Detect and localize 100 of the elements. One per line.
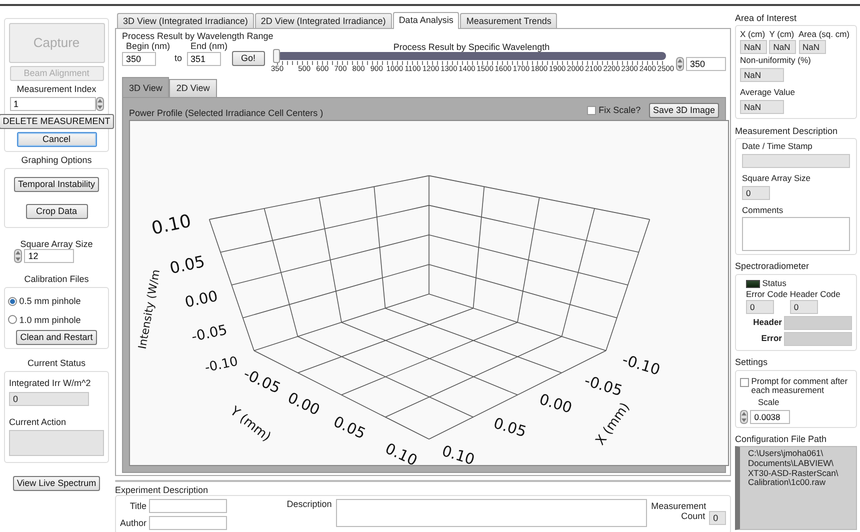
field-label: Non-uniformity (%): [740, 56, 812, 66]
section-label: Graphing Options: [21, 154, 92, 166]
graph-option-button[interactable]: Crop Data: [26, 204, 88, 219]
save-image-button[interactable]: Save 3D Image: [648, 102, 719, 118]
axis-title: Intensity (W/m: [136, 268, 163, 350]
section-label: Configuration File Path: [735, 434, 828, 444]
field-label: X (cm): [740, 30, 766, 40]
numeric-field[interactable]: 12: [24, 249, 74, 264]
checkbox-label: Fix Scale?: [598, 105, 641, 116]
tick-label: -0.10: [204, 354, 240, 376]
field-label: Author: [120, 518, 147, 528]
field-label: Header Code: [790, 290, 840, 300]
field-label: Status: [762, 278, 786, 288]
tab[interactable]: Measurement Trends: [460, 13, 558, 28]
section-label: Area of Interest: [735, 13, 798, 24]
begin-field[interactable]: 350: [122, 52, 156, 66]
value-display: 0: [9, 392, 89, 406]
spinner-icon[interactable]: [14, 249, 22, 264]
checkbox[interactable]: [587, 106, 596, 115]
title-field[interactable]: [148, 499, 227, 514]
author-field[interactable]: [148, 516, 227, 530]
tick-label: 0.05: [168, 251, 207, 278]
field-label: End (nm): [190, 41, 228, 52]
comments-field[interactable]: [742, 217, 850, 252]
field-label: Title: [130, 500, 147, 512]
tab[interactable]: 3D View (Integrated Irradiance): [117, 13, 254, 28]
live-spectrum-button[interactable]: View Live Spectrum: [12, 476, 100, 491]
field-label: Comments: [742, 206, 784, 216]
option-label: 1.0 mm pinhole: [19, 314, 81, 326]
checkbox[interactable]: [740, 378, 749, 386]
tick-label: -0.05: [190, 322, 229, 346]
tick-label: 0.00: [183, 286, 220, 311]
field-label: Measurement Count: [651, 502, 706, 522]
field-label: Description: [286, 499, 332, 510]
description-field[interactable]: [336, 499, 648, 528]
value-display: [784, 332, 852, 346]
tab[interactable]: Data Analysis: [392, 12, 460, 29]
section-label: Current Status: [27, 358, 86, 368]
cancel-button[interactable]: Cancel: [16, 132, 96, 147]
go-button[interactable]: Go!: [232, 50, 265, 66]
field-label: Square Array Size: [742, 174, 812, 184]
graph-option-button[interactable]: Temporal Instability: [14, 177, 100, 192]
field-label: Begin (nm): [125, 41, 170, 52]
radio-button[interactable]: [8, 315, 17, 324]
value-display: [784, 316, 852, 330]
tick-label: 0.10: [150, 210, 193, 240]
view-tab[interactable]: 2D View: [169, 79, 217, 97]
value-display: NaN: [769, 40, 796, 54]
field-label: Error Code: [746, 290, 788, 300]
value-display: 0: [742, 186, 770, 200]
field-label: Error: [760, 334, 782, 344]
field-label: Measurement Index: [16, 84, 96, 94]
section-label: Settings: [735, 357, 769, 368]
section-label: Experiment Description: [115, 484, 210, 496]
field-label: Average Value: [740, 88, 796, 98]
tick-label: -0.05: [240, 364, 284, 397]
scrollbar[interactable]: [115, 480, 731, 482]
slider-thumb[interactable]: [273, 49, 280, 64]
section-label: Calibration Files: [24, 274, 89, 284]
end-field[interactable]: 351: [186, 52, 221, 66]
field-label: Square Array Size: [20, 238, 93, 250]
option-label: 0.5 mm pinhole: [19, 296, 81, 307]
radio-button[interactable]: [8, 297, 17, 306]
path-display: C:\Users\jmoha061\Documents\LABVIEW\XT30-ASD-RasterScan\Calibration\1c00.raw: [735, 446, 857, 530]
numeric-field[interactable]: 0.0038: [750, 410, 790, 424]
checkbox-label: Prompt for comment after each measurement: [751, 376, 849, 396]
tick-label: 0.05: [492, 414, 528, 441]
value-display: 0: [790, 300, 818, 314]
value-display: NaN: [798, 40, 826, 54]
value-display: NaN: [740, 40, 767, 54]
count-display: 0: [709, 511, 726, 526]
field-label: Date / Time Stamp: [742, 142, 814, 152]
tick-label: 0.00: [537, 390, 574, 417]
spinner-icon[interactable]: [96, 97, 104, 112]
slider-label: Process Result by Specific Wavelength: [392, 42, 551, 52]
section-label: Spectroradiometer: [735, 261, 810, 272]
spinner-icon[interactable]: [740, 410, 748, 424]
field-label: Scale: [758, 398, 780, 408]
plot-title: Power Profile (Selected Irradiance Cell Centers ): [129, 108, 324, 119]
value-display: 0: [746, 300, 774, 314]
section-label: Measurement Description: [735, 126, 839, 136]
field-label: Y (cm): [769, 30, 796, 40]
field-label: Integrated Irr W/m^2: [9, 378, 92, 389]
view-tab[interactable]: 3D View: [122, 77, 170, 97]
field-label: Current Action: [9, 416, 68, 427]
tick-label: 0.10: [440, 441, 477, 466]
spinner-icon[interactable]: [676, 57, 684, 72]
index-field[interactable]: 1: [10, 97, 96, 112]
tick-label: 0.10: [382, 439, 420, 466]
tick-label: 0.00: [285, 388, 323, 419]
tick-label: 0.05: [330, 412, 368, 443]
tab[interactable]: 2D View (Integrated Irradiance): [254, 13, 392, 28]
value-display: NaN: [740, 100, 784, 114]
field-label: Area (sq. cm): [798, 30, 850, 40]
wavelength-field[interactable]: 350: [686, 57, 726, 72]
section-label: Process Result by Wavelength Range: [122, 31, 274, 42]
clean-restart-button[interactable]: Clean and Restart: [16, 330, 97, 345]
range-label: to: [174, 53, 182, 64]
delete-button[interactable]: DELETE MEASUREMENT: [0, 114, 114, 129]
value-display: NaN: [740, 68, 784, 82]
